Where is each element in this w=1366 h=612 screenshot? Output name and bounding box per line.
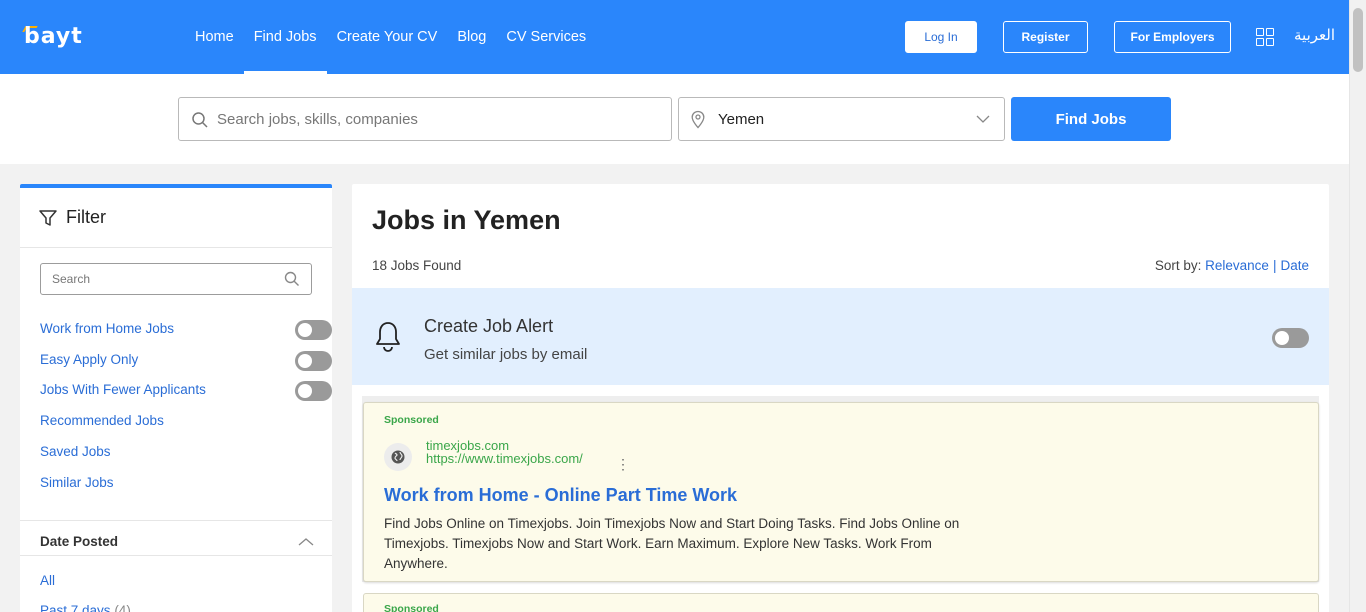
nav-find-jobs[interactable]: Find Jobs <box>243 0 327 74</box>
page-scrollbar[interactable] <box>1349 0 1366 612</box>
date-option-count: (4) <box>114 603 131 612</box>
nav-cv-services[interactable]: CV Services <box>496 0 596 74</box>
register-button[interactable]: Register <box>1003 21 1088 53</box>
for-employers-button[interactable]: For Employers <box>1114 21 1231 53</box>
globe-icon <box>384 443 412 471</box>
language-switch[interactable]: العربية <box>1294 26 1335 44</box>
filter-title: Filter <box>66 207 106 227</box>
login-button[interactable]: Log In <box>905 21 977 53</box>
sponsored-label: Sponsored <box>384 603 439 612</box>
filter-search-placeholder: Search <box>52 272 91 286</box>
find-jobs-button[interactable]: Find Jobs <box>1011 97 1171 141</box>
chevron-down-icon <box>976 115 990 123</box>
bayt-logo[interactable]: bayt <box>22 23 83 49</box>
job-alert-toggle[interactable] <box>1272 328 1309 348</box>
sponsored-ad[interactable]: Sponsored <box>363 593 1319 612</box>
filter-search-input[interactable]: Search <box>40 263 312 295</box>
main-nav: Home Find Jobs Create Your CV Blog CV Se… <box>185 0 596 74</box>
alert-title: Create Job Alert <box>424 316 554 336</box>
search-placeholder: Search jobs, skills, companies <box>217 110 418 128</box>
job-search-input[interactable]: Search jobs, skills, companies <box>178 97 672 141</box>
sort-date[interactable]: Date <box>1280 258 1309 273</box>
location-value: Yemen <box>718 110 765 128</box>
page-title: Jobs in Yemen <box>372 205 561 235</box>
easy-apply-toggle[interactable] <box>295 351 332 371</box>
sponsored-ad[interactable]: Sponsored timexjobs.com https://www.time… <box>363 402 1319 582</box>
date-option-label: All <box>40 573 56 588</box>
section-divider <box>20 520 332 521</box>
top-navbar: bayt Home Find Jobs Create Your CV Blog … <box>0 0 1349 74</box>
filter-fewer-applicants[interactable]: Jobs With Fewer Applicants <box>40 382 206 397</box>
job-alert-banner: Create Job Alert Get similar jobs by ema… <box>352 288 1329 385</box>
date-option-past-7-days[interactable]: Past 7 days (4) <box>40 603 131 612</box>
date-option-all[interactable]: All <box>40 573 55 588</box>
sort-label: Sort by: <box>1154 258 1202 273</box>
date-option-label: Past 7 days <box>40 603 111 612</box>
ad-description: Find Jobs Online on Timexjobs. Join Time… <box>384 516 960 571</box>
filter-easy-apply[interactable]: Easy Apply Only <box>40 352 138 367</box>
search-icon <box>192 112 208 128</box>
ad-headline[interactable]: Work from Home - Online Part Time Work <box>384 485 737 506</box>
date-posted-heading[interactable]: Date Posted <box>40 534 118 549</box>
fewer-applicants-toggle[interactable] <box>295 381 332 401</box>
filter-sidebar: Filter Search Work from Home Jobs Easy A… <box>20 184 332 612</box>
logo-text: bayt <box>24 23 83 49</box>
nav-home[interactable]: Home <box>185 0 244 74</box>
section-divider <box>20 555 332 556</box>
scrollbar-thumb[interactable] <box>1353 8 1363 72</box>
filter-work-from-home[interactable]: Work from Home Jobs <box>40 321 174 336</box>
alert-subtitle: Get similar jobs by email <box>424 346 588 363</box>
bell-icon <box>376 322 400 352</box>
more-options-icon[interactable]: ⋮ <box>616 456 630 473</box>
search-bar: Search jobs, skills, companies Yemen Fin… <box>0 74 1349 164</box>
sponsored-label: Sponsored <box>384 414 439 426</box>
nav-blog[interactable]: Blog <box>447 0 496 74</box>
apps-grid-icon[interactable] <box>1256 28 1274 46</box>
filter-header: Filter <box>20 188 332 248</box>
search-icon <box>284 271 299 286</box>
nav-create-cv[interactable]: Create Your CV <box>327 0 448 74</box>
ad-url[interactable]: https://www.timexjobs.com/ <box>426 452 583 465</box>
jobs-found-count: 18 Jobs Found <box>372 258 462 273</box>
job-results-panel: Jobs in Yemen 18 Jobs Found Sort by: Rel… <box>352 184 1329 612</box>
sort-separator: | <box>1272 258 1277 273</box>
location-pin-icon <box>691 110 705 129</box>
sort-relevance[interactable]: Relevance <box>1205 258 1269 273</box>
similar-jobs-link[interactable]: Similar Jobs <box>40 475 114 490</box>
recommended-jobs-link[interactable]: Recommended Jobs <box>40 413 164 428</box>
saved-jobs-link[interactable]: Saved Jobs <box>40 444 111 459</box>
location-select[interactable]: Yemen <box>678 97 1005 141</box>
funnel-icon <box>39 209 57 226</box>
sort-control: Sort by: Relevance | Date <box>1155 258 1309 273</box>
work-from-home-toggle[interactable] <box>295 320 332 340</box>
chevron-up-icon[interactable] <box>298 537 314 547</box>
